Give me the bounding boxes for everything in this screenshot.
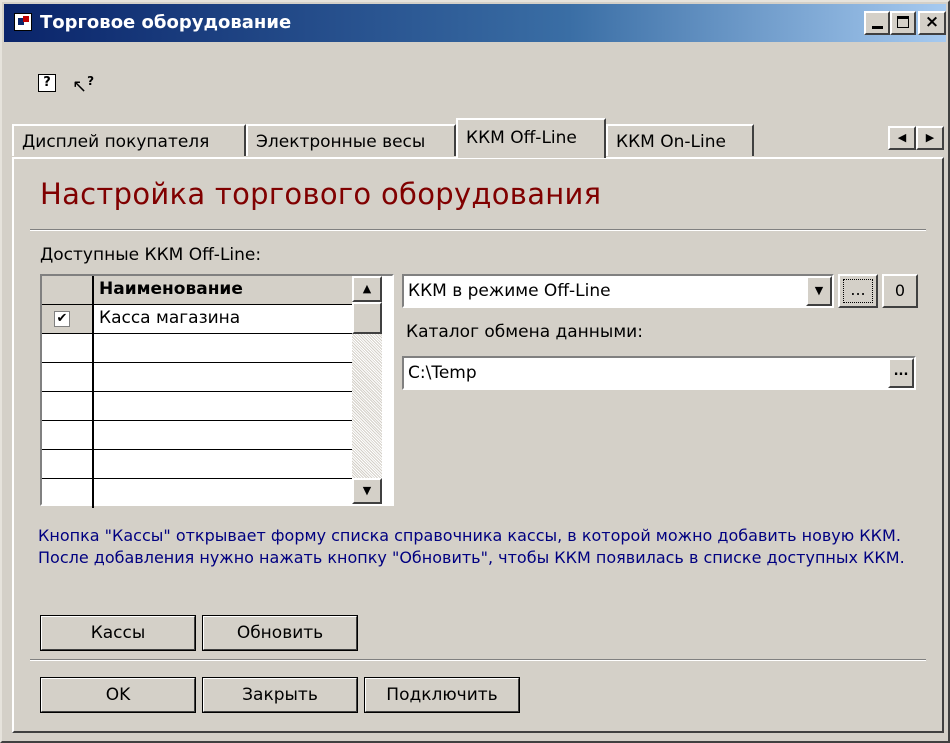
tab-label: ККМ On-Line (616, 132, 726, 152)
kkm-mode-select[interactable]: ККМ в режиме Off-Line ▼ (402, 274, 834, 308)
chevron-down-icon[interactable]: ▼ (806, 276, 832, 306)
exchange-path-input[interactable]: C:\Temp ... (402, 356, 916, 390)
table-body: Наименование ✔ Касса магазина (42, 276, 352, 508)
kassy-button[interactable]: Кассы (40, 615, 196, 651)
connect-button[interactable]: Подключить (364, 677, 520, 713)
exchange-path-value: C:\Temp (408, 363, 477, 383)
select-dots-button[interactable]: ... (838, 274, 878, 308)
minimize-button[interactable] (864, 11, 890, 35)
tab-kkm-offline[interactable]: ККМ Off-Line (456, 118, 606, 158)
row-name (96, 334, 99, 362)
table-row[interactable] (42, 479, 352, 508)
row-name: Касса магазина (99, 308, 241, 328)
refresh-button[interactable]: Обновить (202, 615, 358, 651)
table-row[interactable] (42, 450, 352, 479)
table-row[interactable] (42, 334, 352, 363)
table-row[interactable] (42, 363, 352, 392)
tab-label: ККМ Off-Line (466, 128, 577, 148)
available-label: Доступные ККМ Off-Line: (40, 245, 262, 265)
row-check-cell (42, 421, 94, 449)
row-check-cell: ✔ (42, 305, 94, 333)
scroll-thumb[interactable] (352, 302, 382, 334)
table-row[interactable]: ✔ Касса магазина (42, 305, 352, 334)
maximize-icon (897, 16, 909, 28)
window: Торговое оборудование × ? ↖? Дисплей пок… (0, 0, 950, 743)
table-header: Наименование (42, 276, 352, 305)
context-help-icon[interactable]: ↖? (72, 70, 102, 97)
close-button[interactable]: × (918, 11, 946, 35)
header-check-cell (42, 276, 94, 304)
info-text: Кнопка "Кассы" открывает форму списка сп… (38, 526, 905, 567)
kkm-table[interactable]: Наименование ✔ Касса магазина ▲ ▼ (40, 274, 394, 508)
row-check-cell (42, 450, 94, 478)
app-icon (14, 13, 32, 31)
context-help-mark: ? (87, 74, 95, 88)
scroll-up-icon[interactable]: ▲ (352, 276, 382, 302)
divider (30, 229, 926, 231)
tab-strip: Дисплей покупателя Электронные весы ККМ … (12, 118, 950, 158)
row-name (96, 479, 99, 508)
tab-panel: Настройка торгового оборудования Доступн… (12, 157, 944, 733)
kkm-mode-value: ККМ в режиме Off-Line (408, 281, 611, 301)
table-scrollbar[interactable]: ▲ ▼ (352, 276, 382, 504)
tab-label: Дисплей покупателя (22, 132, 210, 152)
divider (30, 659, 926, 661)
column-header-name[interactable]: Наименование (96, 276, 243, 304)
dots-label: ... (843, 279, 873, 303)
page-title: Настройка торгового оборудования (40, 177, 602, 211)
row-check-cell (42, 334, 94, 362)
tab-scroll-left-icon[interactable]: ◀ (888, 126, 916, 150)
tab-electronic-scales[interactable]: Электронные весы (246, 124, 456, 156)
tab-label: Электронные весы (256, 132, 426, 152)
table-row[interactable] (42, 421, 352, 450)
help-icon[interactable]: ? (38, 74, 56, 92)
window-title: Торговое оборудование (40, 12, 292, 33)
tab-kkm-online[interactable]: ККМ On-Line (606, 124, 754, 156)
row-check-cell (42, 392, 94, 420)
row-checkbox[interactable]: ✔ (54, 311, 70, 327)
row-name (96, 421, 99, 449)
title-bar[interactable]: Торговое оборудование × (4, 4, 946, 42)
scroll-down-icon[interactable]: ▼ (352, 478, 382, 504)
maximize-button[interactable] (890, 11, 916, 35)
ok-button[interactable]: OK (40, 677, 196, 713)
browse-button[interactable]: ... (888, 358, 914, 388)
table-row[interactable] (42, 392, 352, 421)
row-name (96, 450, 99, 478)
minimize-icon (872, 26, 883, 29)
close-icon: × (924, 12, 940, 32)
clear-button[interactable]: 0 (882, 274, 918, 308)
row-name (96, 363, 99, 391)
row-name (96, 392, 99, 420)
row-check-cell (42, 363, 94, 391)
row-check-cell (42, 479, 94, 508)
toolbar: ? ↖? (4, 42, 946, 112)
exchange-catalog-label: Каталог обмена данными: (406, 322, 643, 342)
tab-customer-display[interactable]: Дисплей покупателя (12, 124, 246, 156)
tab-scroll-right-icon[interactable]: ▶ (916, 126, 944, 150)
close-dialog-button[interactable]: Закрыть (202, 677, 358, 713)
